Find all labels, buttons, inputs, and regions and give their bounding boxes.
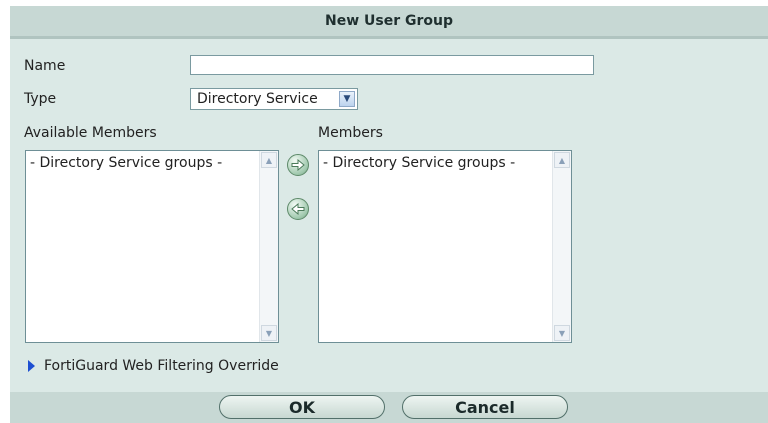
list-item[interactable]: - Directory Service groups - <box>323 155 515 171</box>
cancel-button-label: Cancel <box>455 397 515 417</box>
ok-button[interactable]: OK <box>219 395 385 419</box>
fortiguard-override-label[interactable]: FortiGuard Web Filtering Override <box>44 358 279 374</box>
members-label: Members <box>318 125 383 141</box>
dialog-title: New User Group <box>325 13 453 29</box>
fortiguard-override-toggle[interactable]: FortiGuard Web Filtering Override <box>28 358 279 374</box>
expand-triangle-icon[interactable] <box>28 360 35 372</box>
scroll-up-icon[interactable]: ▲ <box>554 152 570 168</box>
cancel-button[interactable]: Cancel <box>402 395 568 419</box>
available-members-label: Available Members <box>24 125 157 141</box>
scroll-up-icon[interactable]: ▲ <box>261 152 277 168</box>
add-member-button[interactable] <box>287 154 309 176</box>
type-select[interactable]: Directory Service ▼ <box>190 88 358 110</box>
name-label: Name <box>24 58 66 74</box>
chevron-down-icon[interactable]: ▼ <box>339 91 355 107</box>
name-input[interactable] <box>190 55 594 75</box>
available-members-list[interactable]: - Directory Service groups - ▲ ▼ <box>25 150 279 343</box>
members-scrollbar[interactable]: ▲ ▼ <box>552 151 571 342</box>
scroll-down-icon[interactable]: ▼ <box>554 325 570 341</box>
scroll-down-icon[interactable]: ▼ <box>261 325 277 341</box>
members-list[interactable]: - Directory Service groups - ▲ ▼ <box>318 150 572 343</box>
available-members-scrollbar[interactable]: ▲ ▼ <box>259 151 278 342</box>
type-select-value: Directory Service <box>197 91 318 107</box>
ok-button-label: OK <box>289 397 315 417</box>
arrow-right-icon <box>291 159 305 171</box>
dialog: New User Group Name Type Directory Servi… <box>10 6 768 423</box>
dialog-footer: OK Cancel <box>10 392 768 423</box>
list-item[interactable]: - Directory Service groups - <box>30 155 222 171</box>
remove-member-button[interactable] <box>287 198 309 220</box>
dialog-title-bar: New User Group <box>10 6 768 39</box>
arrow-left-icon <box>291 203 305 215</box>
type-label: Type <box>24 91 57 107</box>
